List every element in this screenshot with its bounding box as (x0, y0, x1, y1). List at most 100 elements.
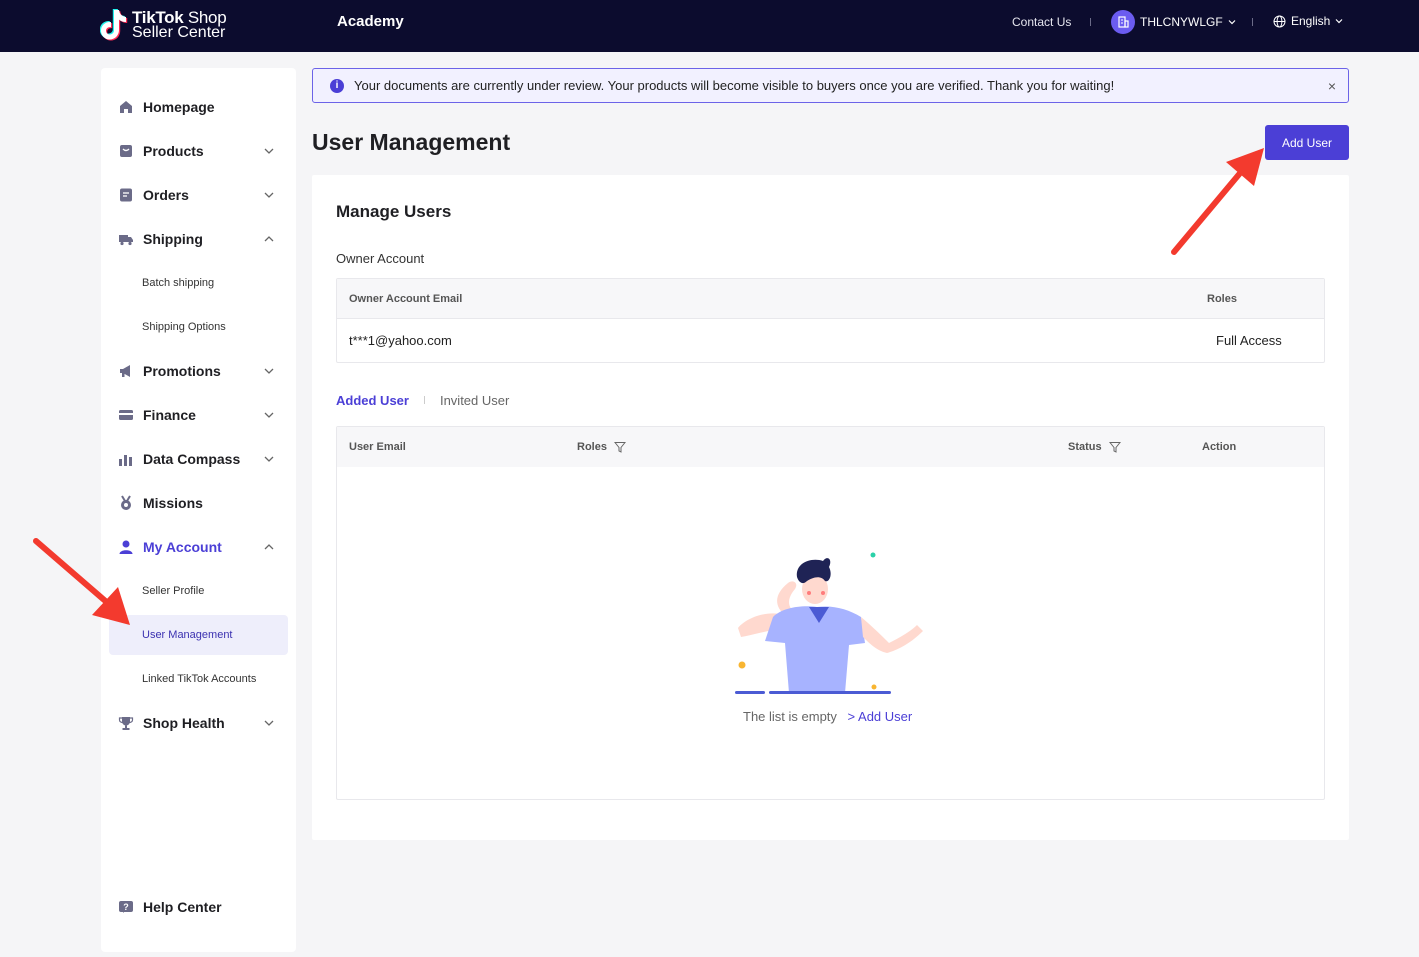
account-menu[interactable]: THLCNYWLGF (1111, 10, 1236, 34)
page-title: User Management (312, 129, 511, 155)
globe-icon (1273, 15, 1286, 27)
sidebar-item-label: My Account (143, 539, 222, 555)
sidebar-item-label: Missions (143, 495, 203, 511)
sidebar-item-my-account[interactable]: My Account (101, 529, 296, 565)
filter-icon[interactable] (614, 441, 627, 453)
chevron-down-icon (264, 412, 274, 418)
sidebar-subitem-linked-tiktok-accounts[interactable]: Linked TikTok Accounts (109, 659, 288, 699)
products-icon (120, 145, 132, 157)
empty-message: The list is empty (743, 709, 837, 724)
users-table-header: User Email Roles Status Action (337, 427, 1324, 467)
sidebar-item-shipping[interactable]: Shipping (101, 221, 296, 257)
close-icon[interactable]: × (1328, 78, 1336, 94)
sidebar-item-data-compass[interactable]: Data Compass (101, 441, 296, 477)
verification-banner: i Your documents are currently under rev… (312, 68, 1349, 103)
sidebar-subitem-label: User Management (142, 629, 233, 641)
home-icon (120, 101, 132, 113)
sidebar-subitem-batch-shipping[interactable]: Batch shipping (109, 263, 288, 303)
owner-section-label: Owner Account (336, 251, 425, 266)
users-table: User Email Roles Status Action The list … (336, 426, 1325, 800)
column-header-label: Status (1068, 441, 1102, 453)
empty-state: The list is empty > Add User (337, 467, 1326, 799)
sidebar-item-label: Orders (143, 187, 189, 203)
sidebar-item-label: Help Center (143, 899, 222, 915)
user-tabs: Added User Invited User (336, 390, 509, 410)
sidebar-subitem-label: Shipping Options (142, 321, 226, 333)
sidebar-item-help-center[interactable]: ? Help Center (101, 889, 296, 925)
sidebar-item-promotions[interactable]: Promotions (101, 353, 296, 389)
chevron-up-icon (264, 544, 274, 550)
tab-invited-user[interactable]: Invited User (440, 393, 509, 408)
academy-link[interactable]: Academy (337, 13, 404, 30)
sidebar-item-label: Homepage (143, 99, 215, 115)
sidebar-subitem-label: Linked TikTok Accounts (142, 673, 257, 685)
column-header: Action (1202, 441, 1237, 453)
sidebar-subitem-label: Seller Profile (142, 585, 205, 597)
sidebar-subitem-user-management[interactable]: User Management (109, 615, 288, 655)
column-header: User Email (349, 441, 406, 453)
orders-icon (120, 188, 132, 202)
owner-email: t***1@yahoo.com (349, 333, 452, 348)
tab-added-user[interactable]: Added User (336, 393, 409, 408)
svg-text:?: ? (123, 902, 129, 912)
manage-users-card: Manage Users Owner Account Owner Account… (312, 175, 1349, 840)
sidebar-item-label: Shop Health (143, 715, 225, 731)
sidebar-subitem-shipping-options[interactable]: Shipping Options (109, 307, 288, 347)
sidebar-item-missions[interactable]: Missions (101, 485, 296, 521)
account-name: THLCNYWLGF (1140, 15, 1223, 29)
chart-icon (119, 455, 132, 466)
user-icon (119, 540, 133, 554)
sidebar: Homepage Products Orders Shipping Batch … (101, 68, 296, 952)
building-icon (1118, 16, 1129, 28)
contact-us-link[interactable]: Contact Us (1012, 15, 1071, 29)
sidebar-subitem-label: Batch shipping (142, 277, 215, 289)
header-divider (1252, 18, 1253, 26)
megaphone-icon (120, 365, 130, 377)
chevron-down-icon (264, 720, 274, 726)
sidebar-item-label: Promotions (143, 363, 221, 379)
trophy-icon (118, 717, 134, 730)
shop-avatar (1111, 10, 1135, 34)
chevron-down-icon (1228, 20, 1236, 25)
chevron-down-icon (1335, 19, 1343, 24)
column-header-label: Roles (577, 441, 607, 453)
add-user-link[interactable]: > Add User (848, 709, 913, 724)
truck-icon (119, 235, 133, 246)
add-user-button[interactable]: Add User (1265, 125, 1349, 160)
language-selector[interactable]: English (1273, 14, 1343, 28)
sidebar-item-homepage[interactable]: Homepage (101, 89, 296, 125)
chevron-down-icon (264, 456, 274, 462)
sidebar-item-shop-health[interactable]: Shop Health (101, 705, 296, 741)
sidebar-item-products[interactable]: Products (101, 133, 296, 169)
chevron-down-icon (264, 368, 274, 374)
help-icon: ? (119, 901, 133, 913)
sidebar-item-finance[interactable]: Finance (101, 397, 296, 433)
roles-column-header[interactable]: Roles (577, 441, 627, 453)
sidebar-item-label: Finance (143, 407, 196, 423)
chevron-up-icon (264, 236, 274, 242)
status-column-header[interactable]: Status (1068, 441, 1121, 453)
filter-icon[interactable] (1108, 441, 1121, 453)
logo-text: TikTok Shop Seller Center (132, 9, 227, 41)
language-label: English (1291, 14, 1331, 28)
header-divider (1090, 18, 1091, 26)
tab-divider (423, 396, 425, 404)
owner-table-header: Owner Account Email Roles (337, 279, 1324, 319)
info-icon: i (330, 78, 344, 93)
chevron-down-icon (264, 148, 274, 154)
sidebar-item-label: Shipping (143, 231, 203, 247)
column-header: Roles (1207, 293, 1237, 305)
sidebar-subitem-seller-profile[interactable]: Seller Profile (109, 571, 288, 611)
column-header: Owner Account Email (349, 293, 463, 305)
logo-subtitle: Seller Center (132, 24, 226, 41)
tiktok-shop-logo[interactable]: TikTok Shop Seller Center (100, 5, 227, 45)
tiktok-logo-icon (100, 9, 128, 41)
banner-text: Your documents are currently under revie… (354, 78, 1115, 93)
sidebar-item-orders[interactable]: Orders (101, 177, 296, 213)
sidebar-item-label: Products (143, 143, 204, 159)
medal-icon (121, 495, 131, 510)
top-bar: TikTok Shop Seller Center Academy Contac… (0, 0, 1419, 52)
sidebar-item-label: Data Compass (143, 451, 241, 467)
chevron-down-icon (264, 192, 274, 198)
owner-role: Full Access (1216, 333, 1282, 348)
